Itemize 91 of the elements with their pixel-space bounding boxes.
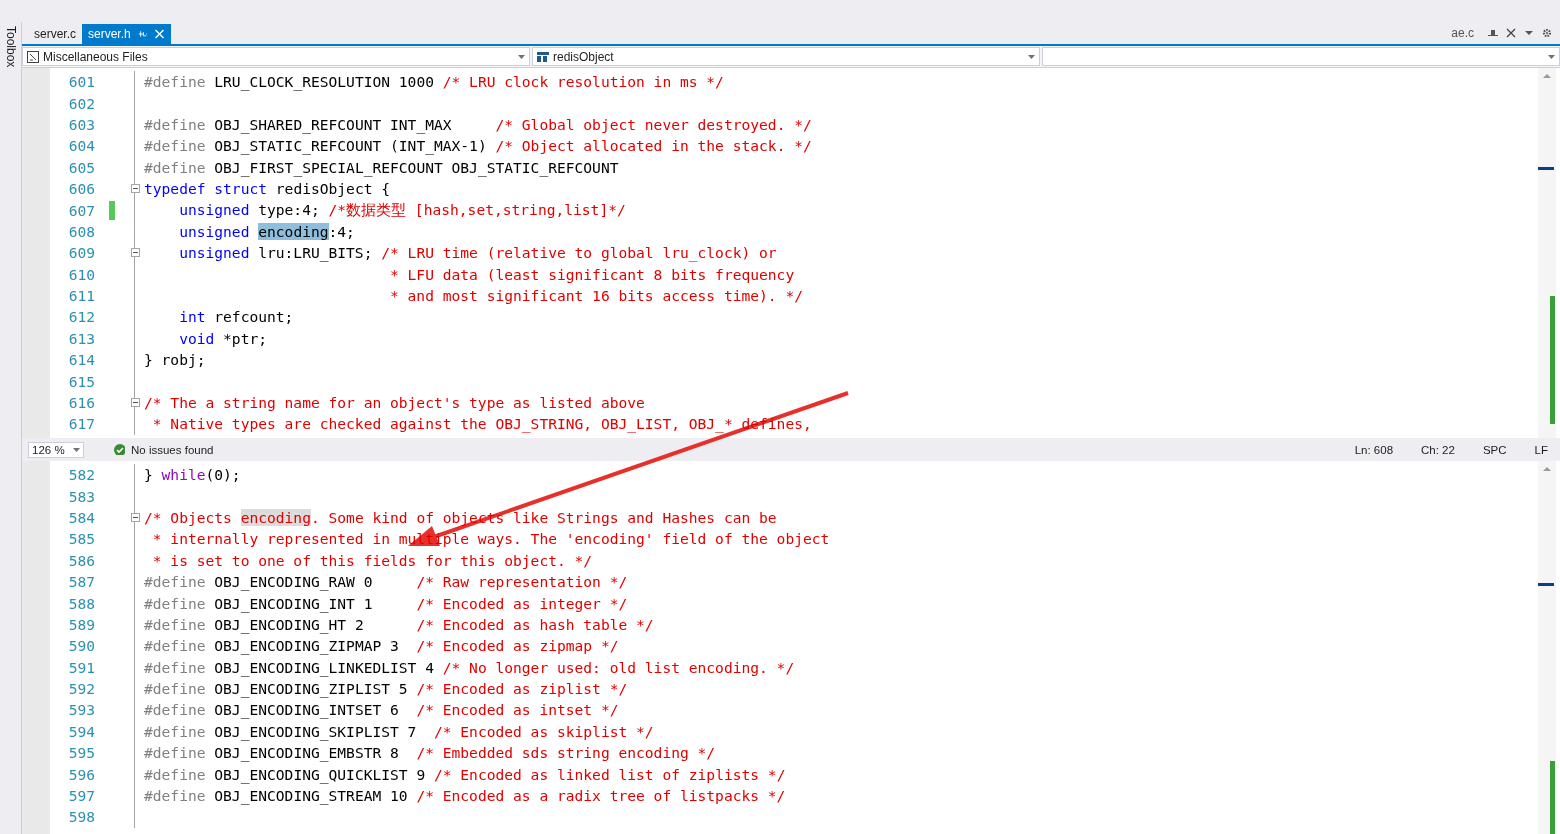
code-line: #define OBJ_FIRST_SPECIAL_REFCOUNT OBJ_STATIC_REFCOUNT — [143, 158, 619, 176]
line-number: 593 — [67, 701, 95, 719]
caret-icon[interactable] — [1028, 54, 1035, 59]
status-item[interactable]: Ln: 608 — [1354, 443, 1394, 456]
collapse-toggle-icon[interactable] — [130, 398, 140, 408]
line-number: 583 — [67, 487, 95, 505]
line-number: 609 — [67, 244, 95, 262]
line-number: 588 — [67, 594, 95, 612]
project-dropdown[interactable]: Miscellaneous Files — [22, 47, 530, 66]
line-number: 594 — [67, 722, 95, 740]
line-number: 614 — [67, 351, 95, 369]
line-number: 590 — [67, 637, 95, 655]
code-line: #define LRU_CLOCK_RESOLUTION 1000 /* LRU clock resolution in ms */ — [143, 73, 724, 91]
toolbox-tab[interactable]: Toolbox — [3, 26, 18, 68]
line-number: 617 — [67, 415, 95, 433]
line-number: 591 — [67, 658, 95, 676]
line-number: 592 — [67, 680, 95, 698]
code-line: #define OBJ_STATIC_REFCOUNT (INT_MAX-1) /* Object allocated in the stack. */ — [143, 137, 812, 155]
vertical-scrollbar[interactable] — [1538, 461, 1556, 834]
line-number: 601 — [67, 73, 95, 91]
line-number: 598 — [67, 808, 95, 826]
code-line: typedef struct redisObject { — [143, 180, 391, 198]
code-line: #define OBJ_ENCODING_INTSET 6 /* Encoded as intset */ — [143, 701, 619, 719]
line-number: 616 — [67, 394, 95, 412]
code-line: void *ptr; — [178, 329, 267, 347]
issues-status[interactable]: No issues found — [131, 443, 214, 456]
line-number: 595 — [67, 744, 95, 762]
caret-icon[interactable] — [1524, 28, 1534, 38]
caret-icon[interactable] — [1548, 54, 1555, 59]
code-line: #define OBJ_ENCODING_ZIPLIST 5 /* Encoded as ziplist */ — [143, 680, 628, 698]
code-line: } while(0); — [143, 466, 241, 484]
zoom-dropdown[interactable]: 126 % — [28, 441, 84, 458]
settings-icon[interactable] — [1542, 28, 1552, 38]
caret-icon[interactable] — [518, 54, 525, 59]
line-number: 586 — [67, 551, 95, 569]
preview-tab[interactable]: ae.c — [1451, 26, 1474, 40]
code-line: #define OBJ_ENCODING_RAW 0 /* Raw representation */ — [143, 573, 628, 591]
line-number: 582 — [67, 466, 95, 484]
line-number: 608 — [67, 222, 95, 240]
code-line: #define OBJ_ENCODING_STREAM 10 /* Encoded as a radix tree of listpacks */ — [143, 787, 786, 805]
collapse-toggle-icon[interactable] — [130, 512, 140, 522]
line-number: 603 — [67, 115, 95, 133]
line-number: 589 — [67, 615, 95, 633]
line-number: 615 — [67, 372, 95, 390]
file-tab[interactable]: server.c — [28, 24, 82, 44]
line-number: 584 — [67, 508, 95, 526]
file-tab[interactable]: server.h — [82, 24, 171, 44]
code-line: } robj; — [143, 351, 206, 369]
close-icon[interactable] — [1506, 28, 1516, 38]
code-line: #define OBJ_ENCODING_ZIPMAP 3 /* Encoded as zipmap */ — [143, 637, 619, 655]
code-line: #define OBJ_ENCODING_EMBSTR 8 /* Embedded sds string encoding */ — [143, 744, 716, 762]
line-number: 605 — [67, 158, 95, 176]
line-number: 604 — [67, 137, 95, 155]
line-number: 612 — [67, 308, 95, 326]
code-line: unsigned type:4; /*数据类型 [hash,set,string,list]*/ — [178, 200, 626, 220]
code-line: * is set to one of this fields for this object. */ — [151, 551, 593, 569]
line-number: 597 — [67, 787, 95, 805]
code-line: unsigned encoding:4; — [178, 222, 355, 240]
project-icon — [27, 50, 39, 63]
caret-icon[interactable] — [73, 447, 80, 452]
code-line: /* The a string name for an object's type as listed above — [143, 394, 645, 412]
line-number: 606 — [67, 180, 95, 198]
line-number: 611 — [67, 287, 95, 305]
line-number: 596 — [67, 765, 95, 783]
code-line: #define OBJ_ENCODING_LINKEDLIST 4 /* No longer used: old list encoding. */ — [143, 658, 795, 676]
line-number: 610 — [67, 265, 95, 283]
code-line: #define OBJ_ENCODING_QUICKLIST 9 /* Encoded as linked list of ziplists */ — [143, 765, 786, 783]
code-line: #define OBJ_ENCODING_INT 1 /* Encoded as integer */ — [143, 594, 628, 612]
code-line: unsigned lru:LRU_BITS; /* LRU time (relative to global lru_clock) or — [178, 244, 777, 262]
line-number: 585 — [67, 530, 95, 548]
line-number: 602 — [67, 94, 95, 112]
code-line: #define OBJ_ENCODING_HT 2 /* Encoded as hash table */ — [143, 615, 654, 633]
status-item[interactable]: LF — [1534, 443, 1548, 456]
scope-dropdown[interactable]: redisObject — [532, 47, 1040, 66]
collapse-toggle-icon[interactable] — [130, 184, 140, 194]
struct-icon — [537, 50, 549, 63]
code-line: * and most significant 16 bits access time). */ — [389, 287, 803, 305]
collapse-toggle-icon[interactable] — [130, 248, 140, 258]
line-number: 613 — [67, 329, 95, 347]
line-number: 607 — [67, 201, 95, 219]
line-number: 587 — [67, 573, 95, 591]
status-item[interactable]: SPC — [1482, 443, 1507, 456]
pin-icon[interactable] — [136, 29, 148, 39]
code-line: * LFU data (least significant 8 bits frequency — [389, 265, 795, 283]
code-line: #define OBJ_SHARED_REFCOUNT INT_MAX /* Global object never destroyed. */ — [143, 115, 812, 133]
code-line: int refcount; — [178, 308, 294, 326]
status-item[interactable]: Ch: 22 — [1421, 443, 1455, 456]
vertical-scrollbar[interactable] — [1538, 68, 1556, 438]
pin-icon[interactable] — [1488, 28, 1498, 38]
code-line: #define OBJ_ENCODING_SKIPLIST 7 /* Encoded as skiplist */ — [143, 722, 654, 740]
check-icon — [114, 444, 125, 455]
